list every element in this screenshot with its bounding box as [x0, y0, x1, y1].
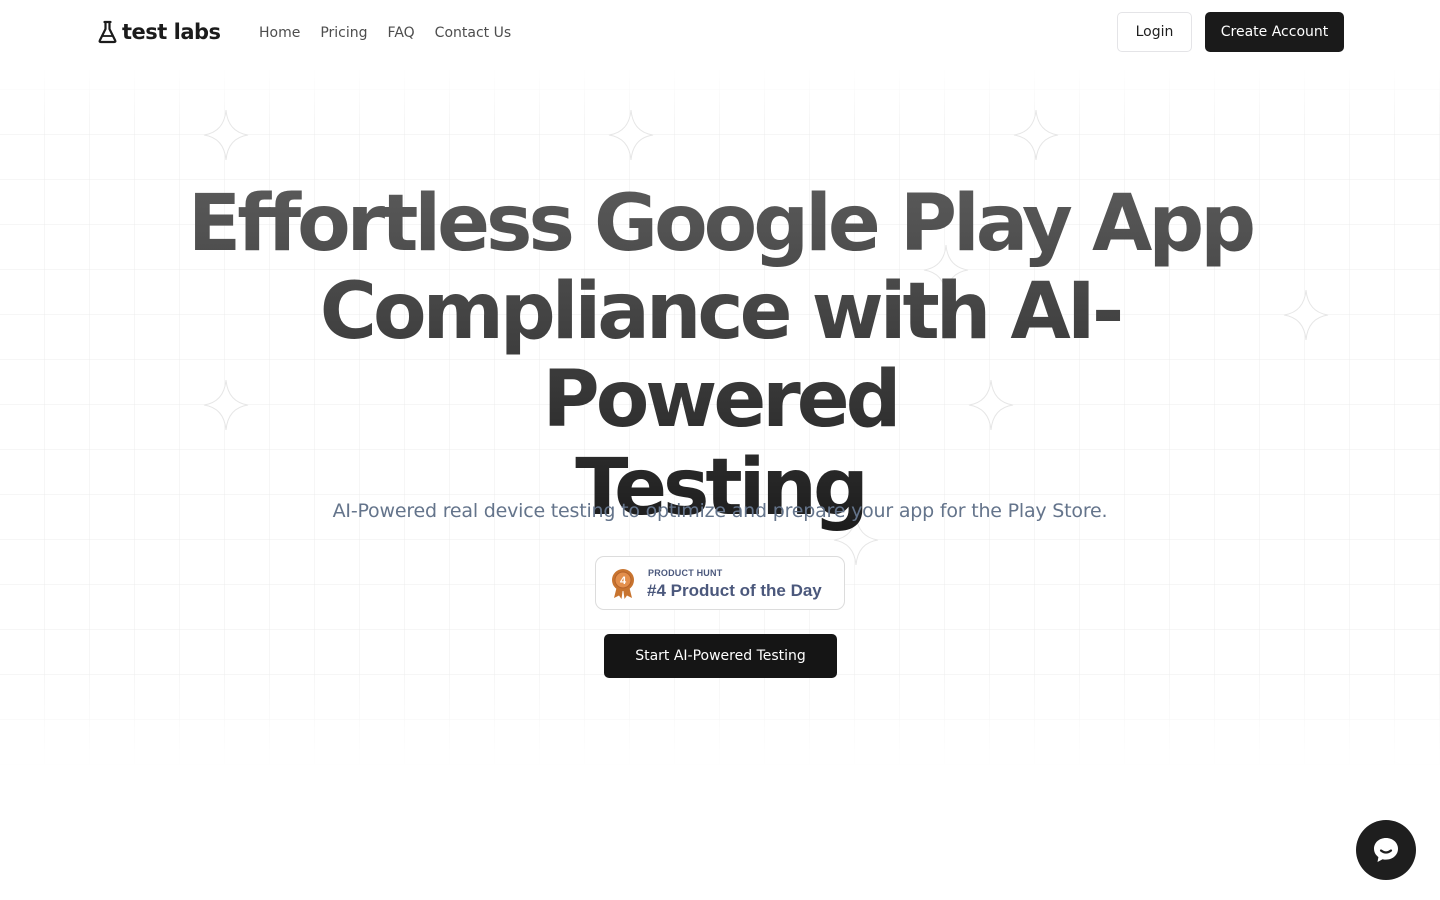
medal-number: 4 [620, 575, 627, 587]
start-testing-button[interactable]: Start AI-Powered Testing [604, 634, 837, 678]
login-button[interactable]: Login [1117, 12, 1192, 52]
badge-title: #4 Product of the Day [647, 581, 822, 600]
chat-bubble-icon [1374, 838, 1398, 862]
hero-title-line-2: Compliance with AI-Powered [319, 267, 1121, 445]
create-account-button[interactable]: Create Account [1205, 12, 1344, 52]
logo-text: test labs [122, 20, 221, 44]
logo[interactable]: test labs [98, 20, 221, 44]
nav-links: Home Pricing FAQ Contact Us [259, 25, 511, 41]
medal-icon: 4 [612, 569, 634, 599]
flask-icon [98, 20, 117, 44]
badge-label: PRODUCT HUNT [648, 568, 723, 578]
nav-link-contact[interactable]: Contact Us [435, 25, 511, 41]
top-nav: test labs Home Pricing FAQ Contact Us Lo… [0, 0, 1440, 68]
nav-link-pricing[interactable]: Pricing [320, 25, 367, 41]
hero-title-line-1: Effortless Google Play App [187, 179, 1253, 269]
nav-link-faq[interactable]: FAQ [388, 25, 415, 41]
product-hunt-badge[interactable]: 4 PRODUCT HUNT #4 Product of the Day [595, 556, 845, 610]
nav-link-home[interactable]: Home [259, 25, 300, 41]
chat-launcher-button[interactable] [1356, 820, 1416, 880]
hero-title: Effortless Google Play App Compliance wi… [150, 180, 1290, 532]
hero-subtitle: AI-Powered real device testing to optimi… [332, 500, 1108, 522]
